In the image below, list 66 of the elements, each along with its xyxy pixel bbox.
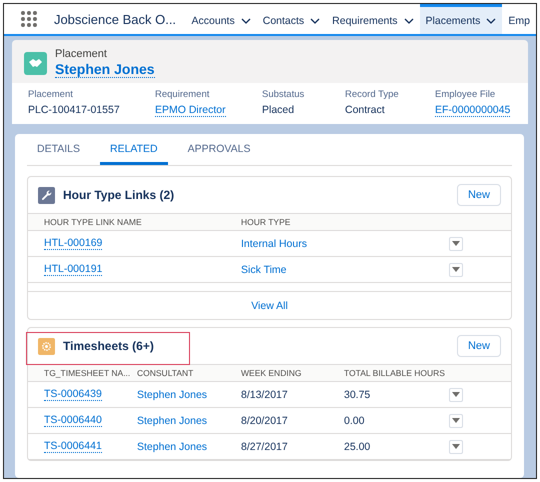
list-title[interactable]: Timesheets (6+): [63, 339, 154, 353]
field-value[interactable]: EF-0000000045: [435, 104, 510, 117]
table-cell: 8/13/2017: [241, 388, 288, 400]
row-menu-button[interactable]: [449, 414, 463, 428]
table-cell[interactable]: TS-0006439: [44, 388, 102, 401]
table-cell[interactable]: HTL-000169: [44, 237, 102, 250]
table-cell[interactable]: Stephen Jones: [137, 440, 208, 452]
app-title: Jobscience Back O...: [54, 12, 178, 26]
caret-down-icon: [452, 241, 460, 246]
table-cell: 25.00: [344, 440, 370, 452]
caret-down-icon: [452, 267, 460, 272]
table-cell[interactable]: Internal Hours: [241, 238, 307, 250]
tab[interactable]: APPROVALS: [188, 134, 250, 165]
list-title[interactable]: Hour Type Links (2): [63, 188, 174, 202]
nav-tab[interactable]: Requirements: [326, 4, 420, 34]
table-cell[interactable]: Sick Time: [241, 264, 287, 276]
handshake-icon: [24, 52, 47, 74]
wrench-icon: [38, 186, 55, 204]
field-label: Substatus: [262, 89, 304, 100]
field-value[interactable]: EPMO Director: [155, 104, 226, 117]
tab[interactable]: DETAILS: [37, 134, 80, 165]
table-cell: 8/27/2017: [241, 440, 288, 452]
table-cell[interactable]: TS-0006441: [44, 440, 102, 453]
table-cell[interactable]: Stephen Jones: [137, 388, 208, 400]
table-cell[interactable]: HTL-000191: [44, 263, 102, 276]
gear-icon: [38, 338, 55, 354]
new-button[interactable]: New: [456, 184, 501, 206]
chevron-down-icon[interactable]: [310, 18, 320, 24]
field-label: Employee File: [435, 89, 496, 100]
chevron-down-icon[interactable]: [404, 18, 414, 24]
column-header[interactable]: WEEK ENDING: [241, 368, 302, 378]
row-menu-button[interactable]: [449, 440, 463, 454]
field-value: Contract: [345, 104, 385, 116]
table-cell[interactable]: TS-0006440: [44, 414, 102, 427]
column-header[interactable]: TG_TIMESHEET NA...: [44, 368, 130, 378]
field-label: Requirement: [155, 89, 210, 100]
tab[interactable]: RELATED: [100, 134, 168, 165]
caret-down-icon: [452, 418, 460, 423]
view-all-link[interactable]: View All: [251, 300, 288, 312]
column-header[interactable]: HOUR TYPE: [241, 217, 290, 227]
nav-tab[interactable]: Placements: [420, 4, 502, 34]
row-menu-button[interactable]: [449, 262, 463, 276]
table-cell[interactable]: Stephen Jones: [137, 414, 208, 426]
record-name: Stephen Jones: [55, 61, 155, 78]
chevron-down-icon[interactable]: [240, 18, 251, 24]
new-button[interactable]: New: [456, 335, 501, 357]
caret-down-icon: [452, 392, 460, 397]
chevron-down-icon[interactable]: [486, 18, 496, 24]
object-type-label: Placement: [55, 48, 107, 60]
column-header[interactable]: TOTAL BILLABLE HOURS: [344, 368, 445, 378]
table-cell: 8/20/2017: [241, 414, 288, 426]
table-cell: 30.75: [344, 388, 370, 400]
table-cell: 0.00: [344, 414, 364, 426]
field-value: Placed: [262, 104, 294, 116]
column-header[interactable]: HOUR TYPE LINK NAME: [44, 217, 142, 227]
row-menu-button[interactable]: [449, 236, 463, 250]
field-value: PLC-100417-01557: [28, 104, 120, 116]
column-header[interactable]: CONSULTANT: [137, 368, 194, 378]
field-label: Placement: [28, 89, 73, 100]
field-label: Record Type: [345, 89, 399, 100]
app-launcher-icon[interactable]: [20, 10, 38, 28]
caret-down-icon: [452, 444, 460, 449]
nav-tab[interactable]: Contacts: [256, 4, 326, 34]
row-menu-button[interactable]: [449, 388, 463, 402]
nav-tab[interactable]: Accounts: [186, 4, 257, 34]
nav-tab[interactable]: Emp: [502, 4, 536, 34]
